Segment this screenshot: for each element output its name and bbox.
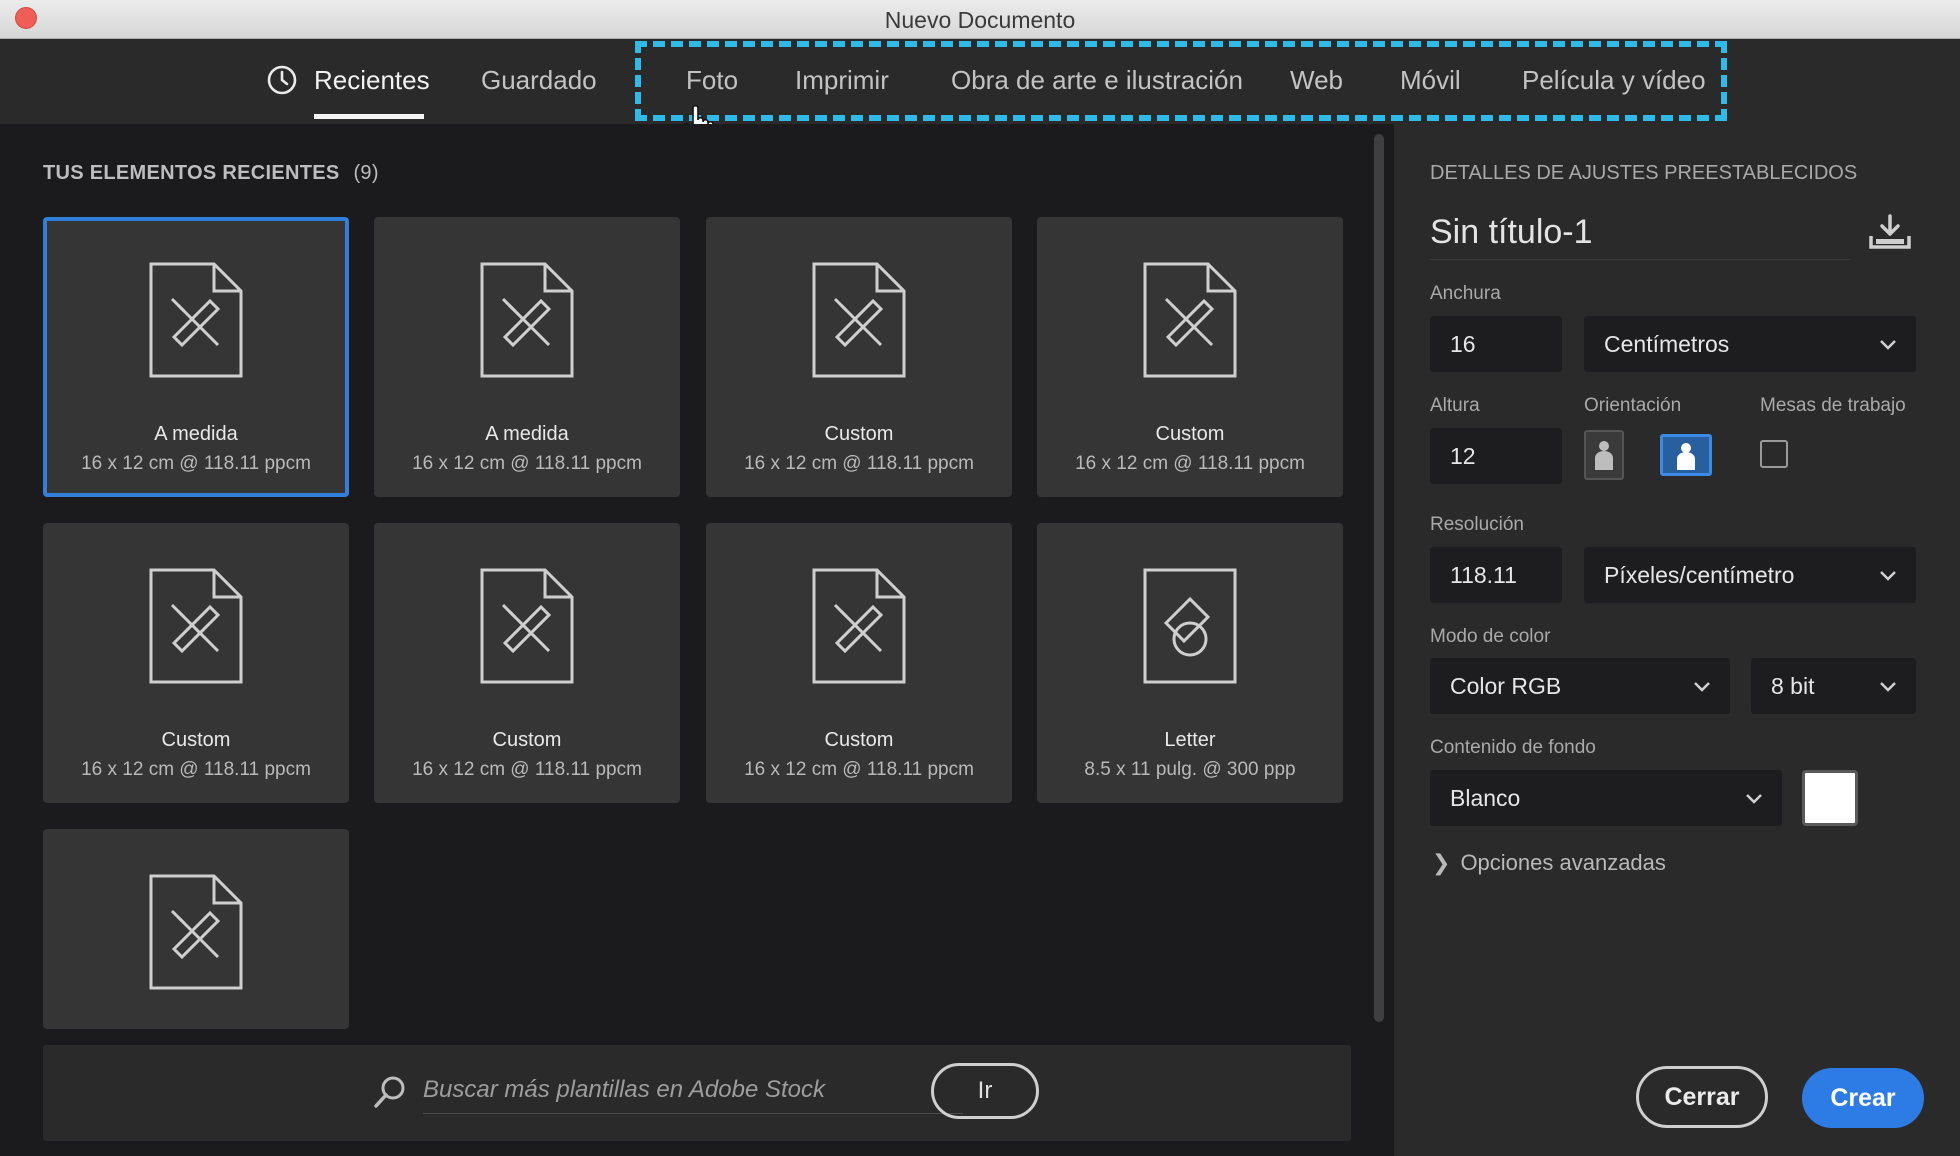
window-title: Nuevo Documento bbox=[884, 7, 1076, 33]
chevron-down-icon bbox=[1746, 794, 1762, 804]
item-name: Custom bbox=[492, 729, 562, 751]
preset-section-title: DETALLES DE AJUSTES PREESTABLECIDOS bbox=[1430, 162, 1858, 184]
artboard-document-icon bbox=[812, 262, 906, 378]
landscape-orientation-button[interactable] bbox=[1660, 434, 1712, 476]
artboards-label: Mesas de trabajo bbox=[1760, 395, 1906, 416]
portrait-icon bbox=[1595, 441, 1613, 470]
chevron-down-icon bbox=[1880, 571, 1896, 581]
advanced-options-toggle[interactable]: ❯ Opciones avanzadas bbox=[1432, 850, 1666, 876]
chevron-right-icon: ❯ bbox=[1432, 850, 1451, 875]
resolution-label: Resolución bbox=[1430, 514, 1524, 535]
landscape-icon bbox=[1677, 443, 1695, 470]
artboard-document-icon bbox=[149, 874, 243, 990]
resolution-input[interactable]: 118.11 bbox=[1430, 547, 1562, 603]
item-name: Custom bbox=[1155, 423, 1225, 445]
window-titlebar: Nuevo Documento bbox=[0, 0, 1960, 39]
artboard-document-icon bbox=[480, 262, 574, 378]
background-value: Blanco bbox=[1450, 785, 1521, 811]
tab-guardado[interactable]: Guardado bbox=[481, 65, 597, 96]
create-button[interactable]: Crear bbox=[1802, 1068, 1924, 1128]
color-mode-label: Modo de color bbox=[1430, 626, 1551, 647]
recent-item-card[interactable] bbox=[43, 829, 349, 1029]
resolution-unit-select[interactable]: Píxeles/centímetro bbox=[1584, 547, 1916, 603]
item-name: Custom bbox=[824, 423, 894, 445]
tab-recientes[interactable]: Recientes bbox=[314, 65, 430, 96]
recent-item-card[interactable]: Custom 16 x 12 cm @ 118.11 ppcm bbox=[1037, 217, 1343, 497]
item-size: 8.5 x 11 pulg. @ 300 ppp bbox=[1084, 759, 1296, 780]
background-label: Contenido de fondo bbox=[1430, 737, 1596, 758]
chevron-down-icon bbox=[1880, 340, 1896, 350]
width-label: Anchura bbox=[1430, 283, 1501, 304]
advanced-options-label: Opciones avanzadas bbox=[1460, 850, 1666, 875]
save-preset-icon[interactable] bbox=[1868, 214, 1912, 250]
color-mode-value: Color RGB bbox=[1450, 673, 1562, 699]
artboard-document-icon bbox=[480, 568, 574, 684]
recent-item-card[interactable]: Custom 16 x 12 cm @ 118.11 ppcm bbox=[706, 523, 1012, 803]
search-icon bbox=[374, 1076, 405, 1108]
document-name-field[interactable]: Sin título-1 bbox=[1430, 213, 1850, 260]
recent-item-card[interactable]: Custom 16 x 12 cm @ 118.11 ppcm bbox=[374, 523, 680, 803]
chevron-down-icon bbox=[1880, 682, 1896, 692]
width-input[interactable]: 16 bbox=[1430, 316, 1562, 372]
chevron-down-icon bbox=[1694, 682, 1710, 692]
item-name: A medida bbox=[154, 423, 238, 445]
width-unit-select[interactable]: Centímetros bbox=[1584, 316, 1916, 372]
bit-depth-select[interactable]: 8 bit bbox=[1751, 658, 1916, 714]
recent-item-card[interactable]: Custom 16 x 12 cm @ 118.11 ppcm bbox=[706, 217, 1012, 497]
artboard-document-icon bbox=[812, 568, 906, 684]
recent-title-text: TUS ELEMENTOS RECIENTES bbox=[43, 162, 340, 184]
item-name: Custom bbox=[161, 729, 231, 751]
item-size: 16 x 12 cm @ 118.11 ppcm bbox=[744, 453, 974, 474]
item-name: Custom bbox=[824, 729, 894, 751]
artboard-document-icon bbox=[149, 568, 243, 684]
orientation-label: Orientación bbox=[1584, 395, 1682, 416]
stock-search-bar: Ir bbox=[43, 1045, 1351, 1141]
color-mode-select[interactable]: Color RGB bbox=[1430, 658, 1730, 714]
bit-depth-value: 8 bit bbox=[1771, 673, 1815, 699]
artboard-document-icon bbox=[1143, 262, 1237, 378]
recent-item-card[interactable]: A medida 16 x 12 cm @ 118.11 ppcm bbox=[43, 217, 349, 497]
clock-icon bbox=[267, 65, 297, 95]
recent-scrollbar[interactable] bbox=[1374, 134, 1384, 1022]
recent-item-card[interactable]: Custom 16 x 12 cm @ 118.11 ppcm bbox=[43, 523, 349, 803]
background-select[interactable]: Blanco bbox=[1430, 770, 1782, 826]
item-size: 16 x 12 cm @ 118.11 ppcm bbox=[81, 759, 311, 780]
highlight-frame bbox=[635, 41, 1727, 121]
recent-count: (9) bbox=[353, 162, 379, 184]
item-size: 16 x 12 cm @ 118.11 ppcm bbox=[81, 453, 311, 474]
recent-item-card[interactable]: A medida 16 x 12 cm @ 118.11 ppcm bbox=[374, 217, 680, 497]
width-unit-value: Centímetros bbox=[1604, 331, 1730, 357]
recent-section-title: TUS ELEMENTOS RECIENTES (9) bbox=[43, 162, 379, 185]
artboard-document-icon bbox=[149, 262, 243, 378]
shapes-document-icon bbox=[1143, 568, 1237, 684]
item-size: 16 x 12 cm @ 118.11 ppcm bbox=[412, 759, 642, 780]
recent-item-card[interactable]: Letter 8.5 x 11 pulg. @ 300 ppp bbox=[1037, 523, 1343, 803]
stock-search-input[interactable] bbox=[423, 1067, 963, 1114]
height-input[interactable]: 12 bbox=[1430, 428, 1562, 484]
active-tab-indicator bbox=[314, 114, 424, 119]
close-button[interactable]: Cerrar bbox=[1636, 1066, 1768, 1128]
go-button[interactable]: Ir bbox=[931, 1063, 1039, 1119]
artboards-checkbox[interactable] bbox=[1760, 440, 1788, 468]
background-color-swatch[interactable] bbox=[1802, 770, 1858, 826]
item-name: A medida bbox=[485, 423, 569, 445]
item-size: 16 x 12 cm @ 118.11 ppcm bbox=[744, 759, 974, 780]
item-size: 16 x 12 cm @ 118.11 ppcm bbox=[1075, 453, 1305, 474]
height-label: Altura bbox=[1430, 395, 1480, 416]
resolution-unit-value: Píxeles/centímetro bbox=[1604, 562, 1795, 588]
portrait-orientation-button[interactable] bbox=[1584, 430, 1624, 480]
item-size: 16 x 12 cm @ 118.11 ppcm bbox=[412, 453, 642, 474]
item-name: Letter bbox=[1164, 729, 1216, 751]
